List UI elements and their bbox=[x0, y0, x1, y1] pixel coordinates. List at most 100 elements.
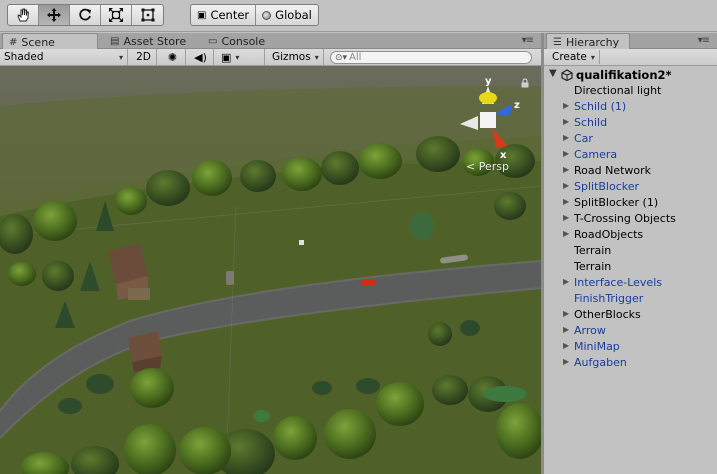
hierarchy-item-label: SplitBlocker bbox=[574, 180, 640, 193]
scene-name: qualifikation2* bbox=[576, 68, 672, 82]
hierarchy-item[interactable]: ▶ Road Network bbox=[544, 163, 717, 179]
shading-mode-label: Shaded bbox=[4, 51, 44, 63]
hierarchy-item[interactable]: ▶ Camera bbox=[544, 147, 717, 163]
hierarchy-item[interactable]: ▶ Car bbox=[544, 131, 717, 147]
scene-grid-icon: # bbox=[9, 36, 18, 48]
projection-label[interactable]: < Persp bbox=[466, 160, 509, 173]
expand-triangle-icon[interactable]: ▶ bbox=[563, 165, 569, 174]
hierarchy-item[interactable]: ▶ Schild (1) bbox=[544, 99, 717, 115]
pivot-center-icon: ▣ bbox=[197, 9, 207, 21]
scale-tool-button[interactable] bbox=[101, 5, 132, 25]
hierarchy-item[interactable]: Directional light bbox=[544, 83, 717, 99]
hierarchy-item[interactable]: ▶ Arrow bbox=[544, 323, 717, 339]
expand-triangle-icon[interactable]: ▶ bbox=[563, 325, 569, 334]
tab-hierarchy-label: Hierarchy bbox=[565, 35, 620, 49]
hierarchy-item-label: T-Crossing Objects bbox=[574, 212, 676, 225]
scene-viewport[interactable]: y z x < Persp bbox=[0, 66, 541, 474]
projection-mode-text: Persp bbox=[478, 160, 509, 173]
shading-mode-dropdown[interactable]: Shaded ▾ bbox=[0, 49, 128, 65]
hierarchy-item-label: Camera bbox=[574, 148, 618, 161]
scene-root-row[interactable]: ▼ qualifikation2* bbox=[544, 67, 717, 83]
orientation-gizmo[interactable]: y z x bbox=[452, 76, 532, 166]
hand-icon bbox=[17, 8, 29, 22]
expand-triangle-icon[interactable]: ▶ bbox=[563, 149, 569, 158]
expand-triangle-icon[interactable]: ▶ bbox=[563, 101, 569, 110]
move-arrows-icon bbox=[47, 8, 61, 22]
expand-triangle-icon[interactable]: ▶ bbox=[563, 213, 569, 222]
hierarchy-item-label: Terrain bbox=[574, 244, 612, 257]
main-toolbar: ▣ Center Global bbox=[0, 0, 717, 32]
scene-audio-toggle[interactable]: ◀) bbox=[188, 49, 214, 65]
sun-icon: ✺ bbox=[167, 50, 178, 64]
expand-triangle-icon[interactable]: ▶ bbox=[563, 277, 569, 286]
create-label: Create bbox=[552, 51, 587, 63]
expand-triangle-icon[interactable]: ▶ bbox=[563, 229, 569, 238]
hierarchy-item[interactable]: ▶ Aufgaben bbox=[544, 355, 717, 371]
tab-scene[interactable]: # Scene bbox=[2, 33, 98, 50]
hierarchy-list-icon: ☰ bbox=[553, 36, 562, 48]
scene-search-input[interactable]: ⊙▾ All bbox=[330, 51, 532, 64]
hierarchy-item[interactable]: ▶ RoadObjects bbox=[544, 227, 717, 243]
expand-triangle-icon[interactable]: ▶ bbox=[563, 133, 569, 142]
tab-scene-label: Scene bbox=[21, 35, 55, 49]
tab-asset-store[interactable]: ▤ Asset Store bbox=[104, 33, 192, 49]
gizmo-y-label: y bbox=[485, 76, 492, 87]
scene-search-placeholder: All bbox=[349, 52, 362, 63]
expand-triangle-icon[interactable]: ▶ bbox=[563, 197, 569, 206]
hand-tool-button[interactable] bbox=[8, 5, 39, 25]
hierarchy-item-label: OtherBlocks bbox=[574, 308, 641, 321]
hierarchy-item[interactable]: FinishTrigger bbox=[544, 291, 717, 307]
unity-scene-icon bbox=[561, 69, 573, 81]
rotate-tool-button[interactable] bbox=[70, 5, 101, 25]
scene-effects-dropdown[interactable]: ▣ ▾ bbox=[217, 49, 265, 65]
gizmo-z-label: z bbox=[514, 100, 520, 111]
tab-console[interactable]: ▭ Console bbox=[202, 33, 271, 49]
tab-console-label: Console bbox=[221, 34, 266, 48]
lock-icon[interactable] bbox=[520, 78, 530, 88]
hierarchy-item[interactable]: ▶ Schild bbox=[544, 115, 717, 131]
hierarchy-item-label: FinishTrigger bbox=[574, 292, 644, 305]
chevron-down-icon: ▾ bbox=[235, 52, 240, 62]
hierarchy-tab-strip: ☰ Hierarchy ▾≡ bbox=[544, 33, 717, 50]
hierarchy-item-label: Road Network bbox=[574, 164, 652, 177]
expand-triangle-icon[interactable]: ▶ bbox=[563, 181, 569, 190]
transform-tool-group bbox=[7, 4, 164, 26]
hierarchy-item[interactable]: ▶ MiniMap bbox=[544, 339, 717, 355]
hierarchy-item-label: Terrain bbox=[574, 260, 612, 273]
hierarchy-item[interactable]: Terrain bbox=[544, 243, 717, 259]
panel-menu-icon[interactable]: ▾≡ bbox=[522, 35, 534, 46]
hierarchy-item[interactable]: ▶ Interface-Levels bbox=[544, 275, 717, 291]
tab-asset-store-label: Asset Store bbox=[123, 34, 187, 48]
speaker-icon: ◀) bbox=[194, 50, 207, 64]
hierarchy-item[interactable]: ▶ OtherBlocks bbox=[544, 307, 717, 323]
toggle-2d-button[interactable]: 2D bbox=[131, 49, 157, 65]
hierarchy-item[interactable]: Terrain bbox=[544, 259, 717, 275]
chevron-down-icon: ▾ bbox=[118, 52, 123, 62]
expand-triangle-icon[interactable]: ▶ bbox=[563, 341, 569, 350]
console-icon: ▭ bbox=[208, 35, 218, 47]
asset-store-icon: ▤ bbox=[110, 35, 120, 47]
hierarchy-item[interactable]: ▶ SplitBlocker (1) bbox=[544, 195, 717, 211]
hierarchy-item-label: Interface-Levels bbox=[574, 276, 662, 289]
scene-lighting-toggle[interactable]: ✺ bbox=[160, 49, 186, 65]
tab-hierarchy[interactable]: ☰ Hierarchy bbox=[546, 33, 630, 50]
hierarchy-item-label: MiniMap bbox=[574, 340, 620, 353]
pivot-toggle-group: ▣ Center Global bbox=[190, 4, 319, 26]
create-dropdown[interactable]: Create ▾ bbox=[548, 50, 600, 64]
hierarchy-item-label: Directional light bbox=[574, 84, 662, 97]
hierarchy-item[interactable]: ▶ T-Crossing Objects bbox=[544, 211, 717, 227]
expand-triangle-icon[interactable]: ▼ bbox=[549, 68, 557, 79]
hierarchy-item-label: Arrow bbox=[574, 324, 606, 337]
hierarchy-menu-icon[interactable]: ▾≡ bbox=[698, 35, 710, 46]
space-global-button[interactable]: Global bbox=[256, 5, 318, 25]
rect-tool-button[interactable] bbox=[132, 5, 163, 25]
expand-triangle-icon[interactable]: ▶ bbox=[563, 309, 569, 318]
gizmos-dropdown[interactable]: Gizmos ▾ bbox=[268, 49, 324, 65]
move-tool-button[interactable] bbox=[39, 5, 70, 25]
expand-triangle-icon[interactable]: ▶ bbox=[563, 117, 569, 126]
toggle-2d-label: 2D bbox=[136, 51, 151, 63]
hierarchy-item[interactable]: ▶ SplitBlocker bbox=[544, 179, 717, 195]
pivot-center-button[interactable]: ▣ Center bbox=[191, 5, 257, 25]
hierarchy-item-label: Car bbox=[574, 132, 593, 145]
expand-triangle-icon[interactable]: ▶ bbox=[563, 357, 569, 366]
